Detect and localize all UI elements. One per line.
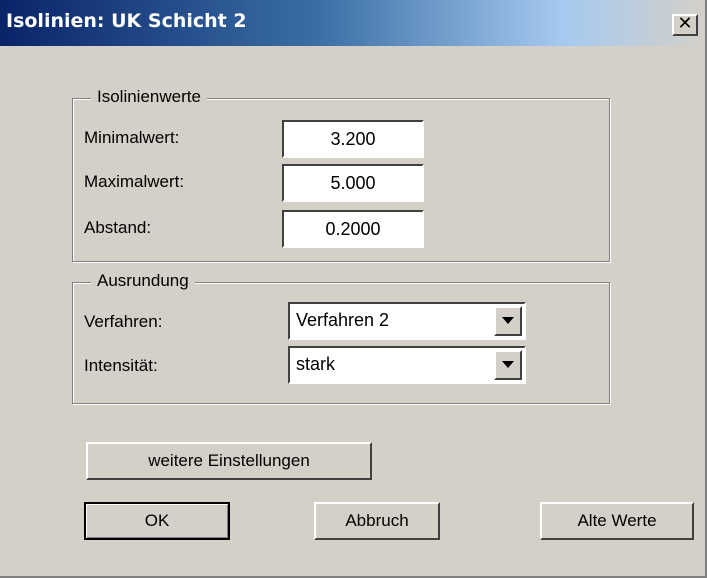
verfahren-label: Verfahren: <box>84 312 163 331</box>
alte-werte-button[interactable]: Alte Werte <box>540 502 694 540</box>
verfahren-selected: Verfahren 2 <box>296 310 390 330</box>
window-title: Isolinien: UK Schicht 2 <box>6 10 247 32</box>
chevron-down-icon[interactable] <box>494 350 522 380</box>
ausrundung-group: Ausrundung <box>72 271 610 404</box>
isolinienwerte-legend: Isolinienwerte <box>91 87 207 107</box>
maximalwert-label: Maximalwert: <box>84 172 185 191</box>
close-button[interactable]: ✕ <box>672 14 698 36</box>
maximalwert-field[interactable]: 5.000 <box>282 164 424 202</box>
abstand-label: Abstand: <box>84 218 152 237</box>
minimalwert-label: Minimalwert: <box>84 128 180 147</box>
verfahren-dropdown[interactable]: Verfahren 2 <box>288 302 526 340</box>
ausrundung-legend: Ausrundung <box>91 271 195 291</box>
dialog-window: Isolinien: UK Schicht 2 ✕ Isolinienwerte… <box>0 0 707 578</box>
close-icon: ✕ <box>677 13 693 34</box>
abbruch-button[interactable]: Abbruch <box>314 502 440 540</box>
minimalwert-field[interactable]: 3.200 <box>282 120 424 158</box>
title-bar[interactable]: Isolinien: UK Schicht 2 ✕ <box>0 0 705 46</box>
chevron-down-icon[interactable] <box>494 306 522 336</box>
abstand-field[interactable]: 0.2000 <box>282 210 424 248</box>
weitere-einstellungen-button[interactable]: weitere Einstellungen <box>86 442 372 480</box>
intensitaet-selected: stark <box>296 354 336 374</box>
ok-button[interactable]: OK <box>84 502 230 540</box>
intensitaet-dropdown[interactable]: stark <box>288 346 526 384</box>
intensitaet-label: Intensität: <box>84 356 158 375</box>
